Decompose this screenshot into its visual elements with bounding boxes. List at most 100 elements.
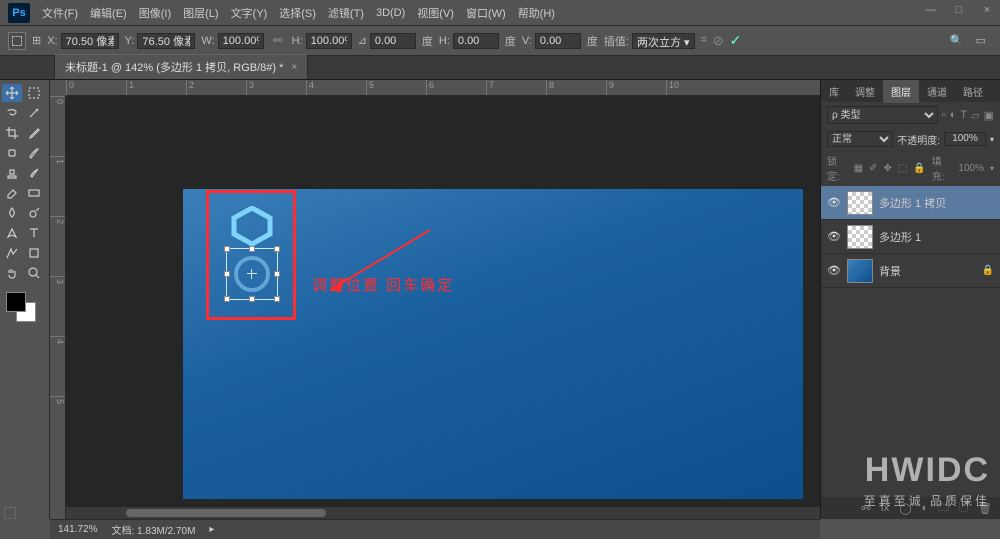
filter-image-icon[interactable]: ▫	[942, 109, 946, 121]
search-icon[interactable]: 🔍	[950, 34, 964, 47]
transform-handle[interactable]	[224, 246, 230, 252]
close-button[interactable]: ×	[980, 4, 994, 16]
hand-tool[interactable]	[2, 264, 22, 282]
workspace-icon[interactable]: ▭	[976, 34, 986, 47]
skewh-input[interactable]	[453, 33, 499, 49]
stamp-tool[interactable]	[2, 164, 22, 182]
wand-tool[interactable]	[24, 104, 44, 122]
move-tool[interactable]	[2, 84, 22, 102]
brush-tool[interactable]	[24, 144, 44, 162]
dodge-tool[interactable]	[24, 204, 44, 222]
visibility-icon[interactable]: 👁	[827, 264, 841, 277]
layer-name[interactable]: 背景	[879, 263, 901, 279]
menu-view[interactable]: 视图(V)	[417, 5, 454, 21]
transform-handle[interactable]	[274, 246, 280, 252]
interp-select[interactable]: 两次立方 ▾	[632, 33, 695, 49]
layer-thumbnail[interactable]	[847, 191, 873, 215]
chevron-down-icon[interactable]: ▾	[990, 164, 994, 173]
angle-input[interactable]	[370, 33, 416, 49]
warp-icon[interactable]: ⌗	[701, 34, 707, 47]
menu-help[interactable]: 帮助(H)	[518, 5, 555, 21]
gradient-tool[interactable]	[24, 184, 44, 202]
link-icon[interactable]: ⚯	[270, 33, 286, 49]
layer-name[interactable]: 多边形 1 拷贝	[879, 195, 946, 211]
menu-3d[interactable]: 3D(D)	[376, 7, 405, 19]
menu-filter[interactable]: 滤镜(T)	[328, 5, 364, 21]
document-tab[interactable]: 未标题-1 @ 142% (多边形 1 拷贝, RGB/8#) * ×	[54, 54, 308, 79]
menu-file[interactable]: 文件(F)	[42, 5, 78, 21]
chevron-down-icon[interactable]: ▾	[990, 135, 994, 144]
chevron-right-icon[interactable]: ▸	[209, 524, 214, 535]
transform-handle[interactable]	[274, 296, 280, 302]
canvas-area[interactable]: 012345678910 012345 调整位置 回车确定	[50, 80, 820, 519]
transform-center-icon[interactable]	[247, 269, 257, 279]
anchor-icon[interactable]: ⊞	[32, 34, 41, 47]
x-input[interactable]	[61, 33, 119, 49]
opacity-input[interactable]: 100%	[944, 132, 986, 146]
menu-layer[interactable]: 图层(L)	[183, 5, 218, 21]
menu-edit[interactable]: 编辑(E)	[90, 5, 127, 21]
transform-handle[interactable]	[224, 271, 230, 277]
shape-tool[interactable]	[24, 244, 44, 262]
layer-row[interactable]: 👁 多边形 1 拷贝	[821, 186, 1000, 220]
fill-input[interactable]: 100%	[958, 163, 984, 174]
filter-type-icon[interactable]: T	[960, 109, 967, 121]
layer-filter-select[interactable]: ρ 类型	[827, 106, 938, 124]
y-input[interactable]	[137, 33, 195, 49]
w-input[interactable]	[218, 33, 264, 49]
transform-handle[interactable]	[274, 271, 280, 277]
history-brush-tool[interactable]	[24, 164, 44, 182]
layer-thumbnail[interactable]	[847, 225, 873, 249]
marquee-tool[interactable]	[24, 84, 44, 102]
transform-handle[interactable]	[249, 296, 255, 302]
layer-name[interactable]: 多边形 1	[879, 229, 921, 245]
path-tool[interactable]	[2, 244, 22, 262]
lock-position-icon[interactable]: ✥	[883, 163, 891, 174]
panel-tab-paths[interactable]: 路径	[955, 80, 991, 103]
zoom-tool[interactable]	[24, 264, 44, 282]
transform-handle[interactable]	[249, 246, 255, 252]
commit-transform-icon[interactable]: ✓	[730, 32, 742, 49]
visibility-icon[interactable]: 👁	[827, 196, 841, 209]
pen-tool[interactable]	[2, 224, 22, 242]
blur-tool[interactable]	[2, 204, 22, 222]
filter-smart-icon[interactable]: ▣	[984, 109, 994, 122]
filter-adjust-icon[interactable]: ◐	[950, 109, 957, 121]
skewv-input[interactable]	[535, 33, 581, 49]
heal-tool[interactable]	[2, 144, 22, 162]
transform-bounding-box[interactable]	[226, 248, 278, 300]
doc-info[interactable]: 文档: 1.83M/2.70M	[111, 522, 195, 537]
panel-tab-adjust[interactable]: 调整	[847, 80, 883, 103]
scrollbar-horizontal[interactable]	[66, 507, 820, 519]
foreground-color[interactable]	[6, 292, 26, 312]
layer-row[interactable]: 👁 多边形 1	[821, 220, 1000, 254]
blend-mode-select[interactable]: 正常	[827, 131, 893, 147]
transform-handle[interactable]	[224, 296, 230, 302]
menu-type[interactable]: 文字(Y)	[231, 5, 268, 21]
eyedropper-tool[interactable]	[24, 124, 44, 142]
zoom-level[interactable]: 141.72%	[58, 524, 97, 535]
panel-tab-libraries[interactable]: 库	[821, 80, 847, 103]
lock-all-icon[interactable]: 🔒	[913, 163, 925, 174]
visibility-icon[interactable]: 👁	[827, 230, 841, 243]
cancel-transform-icon[interactable]: ⊘	[713, 33, 724, 49]
color-swatches[interactable]	[2, 290, 47, 326]
lock-pixels-icon[interactable]: ▦	[854, 163, 863, 174]
crop-tool[interactable]	[2, 124, 22, 142]
layer-thumbnail[interactable]	[847, 259, 873, 283]
lock-artboard-icon[interactable]: ⬚	[898, 163, 907, 174]
menu-window[interactable]: 窗口(W)	[466, 5, 506, 21]
filter-shape-icon[interactable]: ▱	[971, 109, 979, 122]
menu-select[interactable]: 选择(S)	[279, 5, 316, 21]
type-tool[interactable]	[24, 224, 44, 242]
scrollbar-thumb[interactable]	[126, 509, 326, 517]
quickmask-icon[interactable]	[4, 507, 16, 519]
h-input[interactable]	[306, 33, 352, 49]
panel-tab-layers[interactable]: 图层	[883, 80, 919, 103]
lasso-tool[interactable]	[2, 104, 22, 122]
maximize-button[interactable]: □	[952, 4, 966, 16]
eraser-tool[interactable]	[2, 184, 22, 202]
menu-image[interactable]: 图像(I)	[139, 5, 171, 21]
lock-brush-icon[interactable]: ✐	[869, 163, 877, 174]
layer-row[interactable]: 👁 背景 🔒	[821, 254, 1000, 288]
